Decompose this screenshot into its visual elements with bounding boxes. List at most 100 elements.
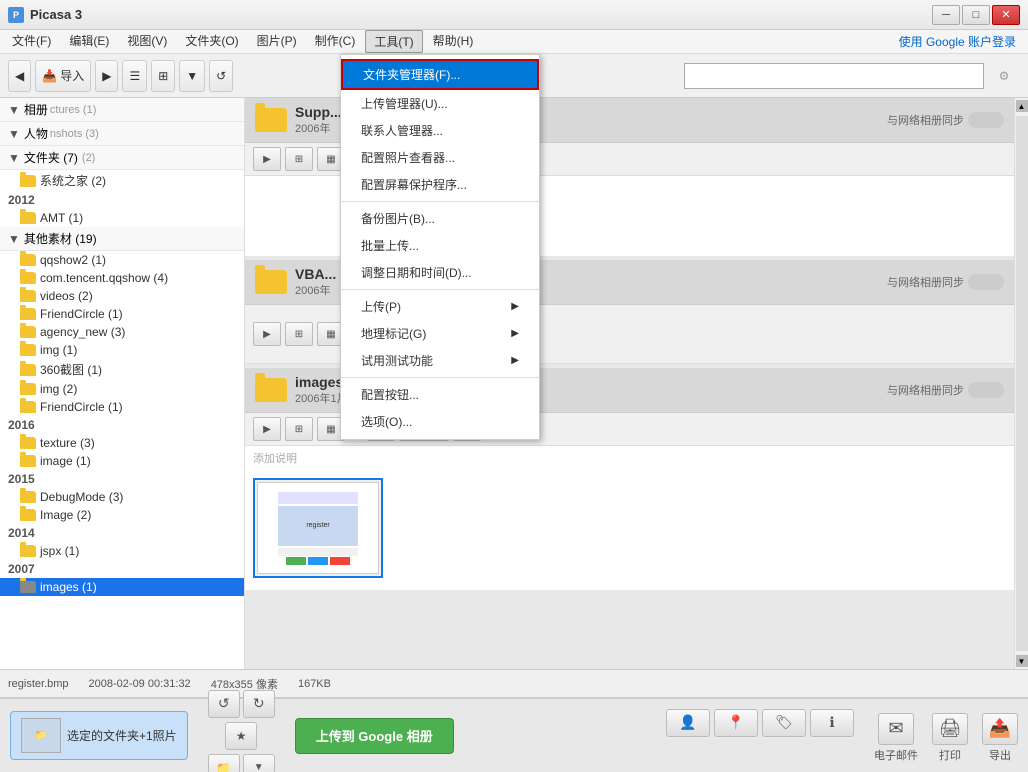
menu-test-features[interactable]: 试用测试功能 ▶: [341, 347, 539, 374]
sidebar-group-people[interactable]: ▼ 人物 nshots (3): [0, 122, 244, 146]
tag-tool-button[interactable]: 🏷: [762, 709, 806, 737]
tool-row-1: ↺ ↻: [208, 690, 275, 718]
menu-picture[interactable]: 图片(P): [249, 30, 305, 53]
thumbnail-register[interactable]: register: [253, 478, 383, 578]
collage-button-vba[interactable]: ⊞: [285, 322, 313, 346]
sidebar-group-other[interactable]: ▼ 其他素材 (19): [0, 227, 244, 251]
menu-create[interactable]: 制作(C): [307, 30, 364, 53]
dropdown-tool-button[interactable]: ▼: [243, 754, 275, 772]
sidebar-item-qqshow[interactable]: com.tencent.qqshow (4): [0, 269, 244, 287]
sidebar-group-albums[interactable]: ▼ 相册 ctures (1): [0, 98, 244, 122]
sidebar-item-videos[interactable]: videos (2): [0, 287, 244, 305]
folder-icon: [20, 491, 36, 503]
sync-label: 与网络相册同步: [887, 112, 1004, 128]
sidebar-item-qqshow2[interactable]: qqshow2 (1): [0, 251, 244, 269]
sidebar-item-amt[interactable]: AMT (1): [0, 209, 244, 227]
play-button[interactable]: ▶: [253, 147, 281, 171]
person-tool-button[interactable]: 👤: [666, 709, 710, 737]
folder-icon: [20, 254, 36, 266]
back-button[interactable]: ◀: [8, 60, 31, 92]
selected-thumbnail: 📁: [21, 718, 61, 753]
action-buttons: ✉ 电子邮件 🖨 打印 📤 导出: [874, 713, 1018, 763]
menu-help[interactable]: 帮助(H): [425, 30, 482, 53]
menu-contacts[interactable]: 联系人管理器...: [341, 117, 539, 144]
tool-row-2: ★: [225, 722, 257, 750]
sidebar-item-texture[interactable]: texture (3): [0, 434, 244, 452]
import-button[interactable]: 📥 导入: [35, 60, 91, 92]
sidebar-item-friendcircle1[interactable]: FriendCircle (1): [0, 305, 244, 323]
export-action[interactable]: 📤 导出: [982, 713, 1018, 763]
print-action[interactable]: 🖨 打印: [932, 713, 968, 763]
pin-tool-button[interactable]: 📍: [714, 709, 758, 737]
bottom-tools: ↺ ↻ ★ 📁 ▼: [208, 690, 275, 772]
sidebar-item-360[interactable]: 360截图 (1): [0, 359, 244, 380]
menu-edit[interactable]: 编辑(E): [61, 30, 117, 53]
collage-button-images[interactable]: ⊞: [285, 417, 313, 441]
sidebar-item-system[interactable]: 系统之家 (2): [0, 170, 244, 191]
view-grid-button[interactable]: ⊞: [151, 60, 175, 92]
sidebar-item-agency[interactable]: agency_new (3): [0, 323, 244, 341]
sidebar-item-img2[interactable]: img (2): [0, 380, 244, 398]
sidebar-item-images[interactable]: images (1): [0, 578, 244, 596]
menu-folder-manager[interactable]: 文件夹管理器(F)...: [341, 59, 539, 90]
folder-tool-button[interactable]: 📁: [208, 754, 240, 772]
folder-icon: [20, 344, 36, 356]
sidebar: ▼ 相册 ctures (1) ▼ 人物 nshots (3) ▼ 文件夹 (7…: [0, 98, 245, 669]
email-action[interactable]: ✉ 电子邮件: [874, 713, 918, 763]
login-link[interactable]: 使用 Google 账户登录: [899, 33, 1024, 50]
menu-adjust-datetime[interactable]: 调整日期和时间(D)...: [341, 259, 539, 286]
sidebar-item-Image[interactable]: Image (2): [0, 506, 244, 524]
register-img: register: [257, 482, 379, 574]
sidebar-item-image[interactable]: image (1): [0, 452, 244, 470]
title-bar: P Picasa 3 ─ □ ✕: [0, 0, 1028, 30]
menu-upload-manager[interactable]: 上传管理器(U)...: [341, 90, 539, 117]
search-input[interactable]: [684, 63, 984, 89]
folder-caption[interactable]: 添加说明: [245, 446, 1014, 470]
rotate-ccw-button[interactable]: ↺: [208, 690, 240, 718]
sidebar-item-jspx[interactable]: jspx (1): [0, 542, 244, 560]
collage-button[interactable]: ⊞: [285, 147, 313, 171]
albums-extra: ctures (1): [50, 104, 96, 116]
scrollbar[interactable]: ▲ ▼: [1014, 98, 1028, 669]
menu-config-btn[interactable]: 配置按钮...: [341, 381, 539, 408]
sidebar-item-img1[interactable]: img (1): [0, 341, 244, 359]
menu-geotag[interactable]: 地理标记(G) ▶: [341, 320, 539, 347]
menu-backup[interactable]: 备份图片(B)...: [341, 205, 539, 232]
sidebar-group-folders[interactable]: ▼ 文件夹 (7) (2): [0, 146, 244, 170]
menu-tools[interactable]: 工具(T): [365, 30, 422, 53]
menu-view[interactable]: 视图(V): [119, 30, 175, 53]
info-tool-button[interactable]: ℹ: [810, 709, 854, 737]
menu-folder[interactable]: 文件夹(O): [177, 30, 246, 53]
menu-upload[interactable]: 上传(P) ▶: [341, 293, 539, 320]
star-tool-button[interactable]: ★: [225, 722, 257, 750]
menu-file[interactable]: 文件(F): [4, 30, 59, 53]
sidebar-item-debugmode[interactable]: DebugMode (3): [0, 488, 244, 506]
view-list-button[interactable]: ☰: [122, 60, 147, 92]
sidebar-item-friendcircle2[interactable]: FriendCircle (1): [0, 398, 244, 416]
selected-info: 📁 选定的文件夹+1照片: [10, 711, 188, 760]
sync-toggle[interactable]: [968, 112, 1004, 128]
year-2012: 2012: [0, 191, 244, 209]
menu-config-viewer[interactable]: 配置照片查看器...: [341, 144, 539, 171]
search-icon: ⚙: [988, 60, 1020, 92]
folder-icon: [20, 437, 36, 449]
menu-batch-upload[interactable]: 批量上传...: [341, 232, 539, 259]
menu-config-screensaver[interactable]: 配置屏幕保护程序...: [341, 171, 539, 198]
rotate-cw-button[interactable]: ↻: [243, 690, 275, 718]
albums-label: 相册: [24, 101, 48, 118]
sync-label-images: 与网络相册同步: [887, 382, 1004, 398]
menu-options[interactable]: 选项(O)...: [341, 408, 539, 435]
close-button[interactable]: ✕: [992, 5, 1020, 25]
sync-toggle-images[interactable]: [968, 382, 1004, 398]
play-button-images[interactable]: ▶: [253, 417, 281, 441]
forward-button[interactable]: ▶: [95, 60, 118, 92]
tool-row-3: 📁 ▼: [208, 754, 275, 772]
minimize-button[interactable]: ─: [932, 5, 960, 25]
rotate-button[interactable]: ↺: [209, 60, 233, 92]
menu-sep-1: [341, 201, 539, 202]
upload-google-button[interactable]: 上传到 Google 相册: [295, 718, 454, 754]
sync-toggle-vba[interactable]: [968, 274, 1004, 290]
restore-button[interactable]: □: [962, 5, 990, 25]
dropdown-button[interactable]: ▼: [179, 60, 205, 92]
play-button-vba[interactable]: ▶: [253, 322, 281, 346]
